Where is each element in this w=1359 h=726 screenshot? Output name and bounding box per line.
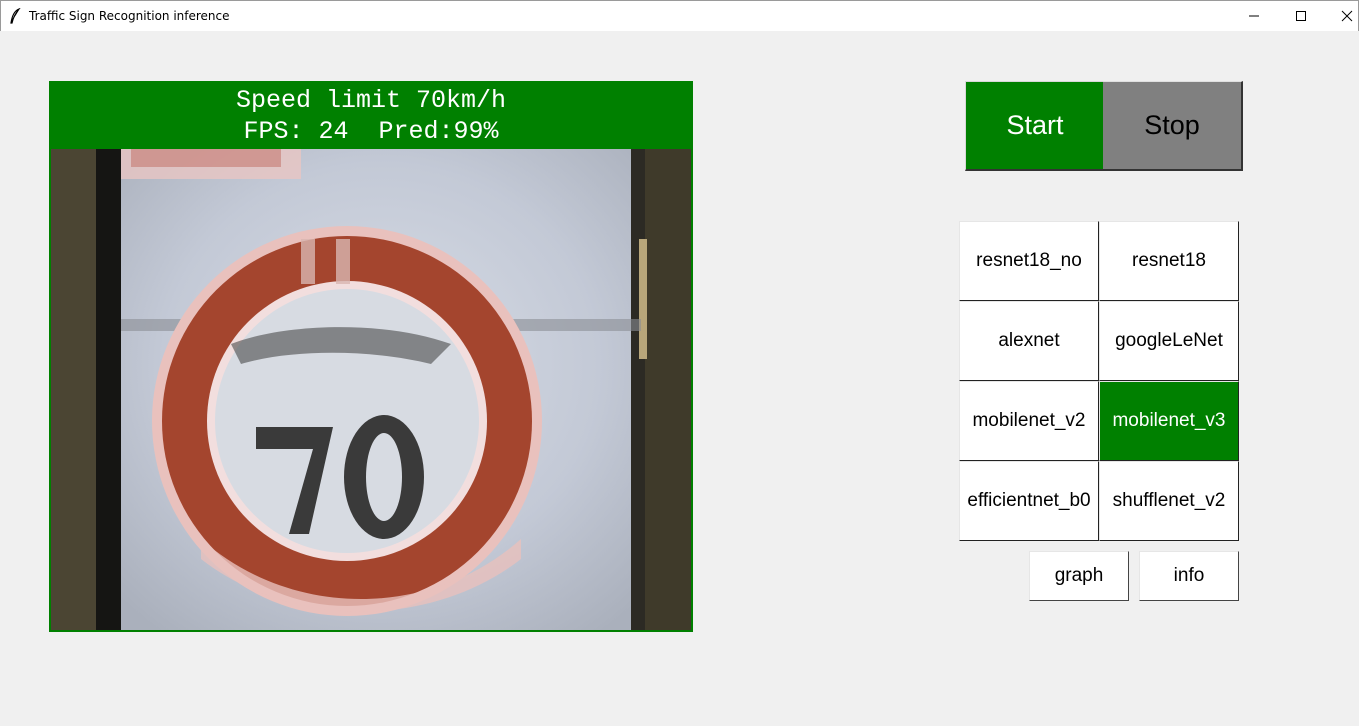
camera-frame-image <box>51 149 691 630</box>
info-button[interactable]: info <box>1139 551 1239 601</box>
feather-icon <box>9 7 21 24</box>
model-button-resnet18-no[interactable]: resnet18_no <box>959 221 1099 301</box>
minimize-button[interactable] <box>1231 1 1277 31</box>
model-button-mobilenet-v2[interactable]: mobilenet_v2 <box>959 381 1099 461</box>
model-button-mobilenet-v3[interactable]: mobilenet_v3 <box>1099 381 1239 461</box>
close-icon <box>1341 10 1353 22</box>
prediction-label: Speed limit 70km/h <box>235 86 507 115</box>
title-bar: Traffic Sign Recognition inference <box>0 0 1359 31</box>
minimize-icon <box>1249 15 1259 17</box>
close-button[interactable] <box>1324 1 1359 31</box>
model-button-shufflenet-v2[interactable]: shufflenet_v2 <box>1099 461 1239 541</box>
window-title: Traffic Sign Recognition inference <box>29 9 230 23</box>
maximize-button[interactable] <box>1278 1 1324 31</box>
model-button-alexnet[interactable]: alexnet <box>959 301 1099 381</box>
maximize-icon <box>1296 11 1306 21</box>
graph-button[interactable]: graph <box>1029 551 1129 601</box>
stop-button[interactable]: Stop <box>1103 81 1243 171</box>
camera-viewer: Speed limit 70km/h FPS: 24 Pred:99% <box>49 81 693 632</box>
model-button-resnet18[interactable]: resnet18 <box>1099 221 1239 301</box>
prediction-header: Speed limit 70km/h FPS: 24 Pred:99% <box>49 81 693 149</box>
model-button-efficientnet-b0[interactable]: efficientnet_b0 <box>959 461 1099 541</box>
camera-feed <box>51 149 691 630</box>
model-selector-grid: resnet18_no resnet18 alexnet googleLeNet… <box>959 221 1239 541</box>
start-button[interactable]: Start <box>965 81 1104 171</box>
stats-line: FPS: 24 Pred:99% <box>243 117 499 146</box>
model-button-googlelenet[interactable]: googleLeNet <box>1099 301 1239 381</box>
